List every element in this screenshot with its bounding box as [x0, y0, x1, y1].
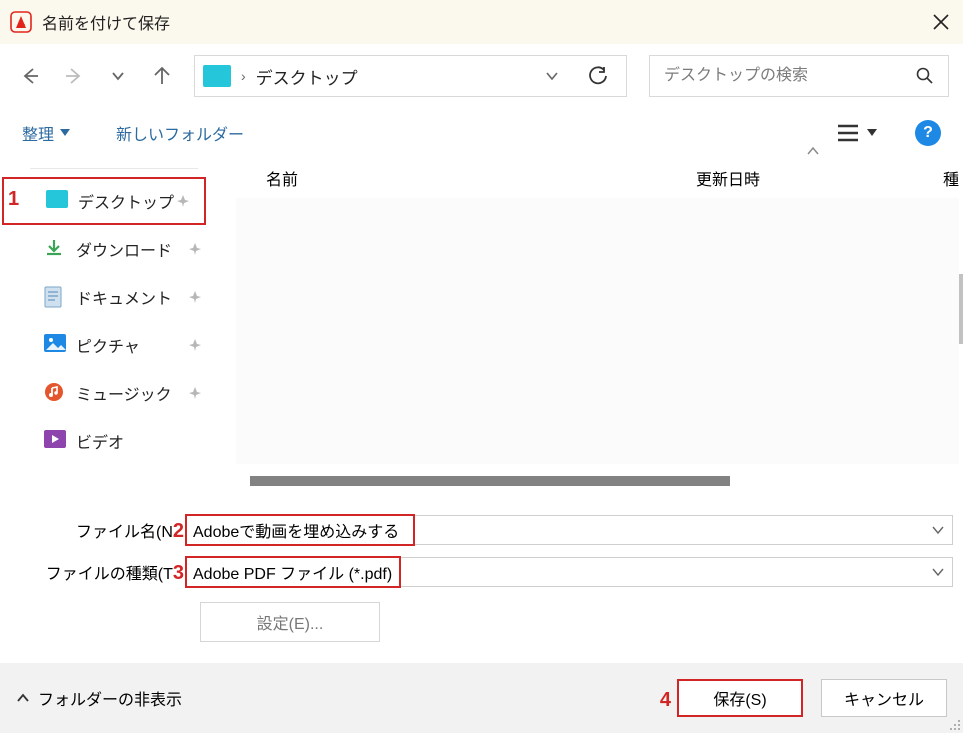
help-button[interactable]: ?	[915, 120, 941, 146]
annotation-4: 4	[660, 689, 671, 712]
address-bar[interactable]: › デスクトップ	[194, 55, 627, 97]
sidebar-item-label: デスクトップ	[78, 189, 174, 213]
music-icon	[44, 382, 66, 404]
annotation-3: 3	[173, 562, 184, 584]
sort-indicator-icon	[806, 146, 820, 156]
search-box[interactable]	[649, 55, 949, 97]
nav-bar: › デスクトップ	[0, 44, 963, 108]
window-title: 名前を付けて保存	[42, 10, 170, 34]
filename-dropdown-icon[interactable]	[932, 525, 944, 535]
location-text: デスクトップ	[256, 64, 526, 89]
hide-folders-label: フォルダーの非表示	[38, 686, 182, 710]
picture-icon	[44, 334, 66, 356]
nav-up-button[interactable]	[146, 58, 178, 94]
organize-menu[interactable]: 整理	[22, 121, 70, 145]
pin-icon[interactable]	[188, 242, 202, 256]
nav-recent-button[interactable]	[102, 58, 134, 94]
filetype-value: Adobe PDF ファイル (*.pdf)	[193, 560, 392, 584]
address-dropdown-button[interactable]	[532, 56, 572, 96]
sidebar-item-pictures[interactable]: ピクチャ	[0, 321, 216, 369]
hide-folders-toggle[interactable]: フォルダーの非表示	[16, 686, 182, 710]
sidebar-item-label: ビデオ	[76, 429, 124, 453]
file-list-area: 名前 更新日時 種	[216, 158, 963, 494]
content-scrollbar[interactable]	[250, 476, 730, 486]
file-list[interactable]	[236, 198, 959, 464]
settings-row: 設定(E)...	[10, 594, 953, 642]
title-bar: 名前を付けて保存	[0, 0, 963, 44]
sidebar: デスクトップ ダウンロード ドキュメント	[0, 158, 216, 494]
search-icon[interactable]	[916, 67, 936, 85]
explorer-body: 1 デスクトップ ダウンロード ドキュメント	[0, 158, 963, 494]
close-button[interactable]	[919, 0, 963, 44]
cancel-button[interactable]: キャンセル	[821, 679, 947, 717]
annotation-1: 1	[8, 188, 19, 211]
sidebar-item-label: ダウンロード	[76, 237, 172, 261]
filetype-label: ファイルの種類(T3	[10, 560, 186, 585]
search-input[interactable]	[662, 66, 916, 86]
view-options-button[interactable]	[837, 124, 877, 142]
pin-icon[interactable]	[188, 338, 202, 352]
chevron-up-icon	[16, 691, 30, 705]
nav-back-button[interactable]	[14, 58, 46, 94]
sidebar-item-label: ピクチャ	[76, 333, 140, 357]
save-button[interactable]: 保存(S)	[677, 679, 803, 717]
column-headers: 名前 更新日時 種	[216, 158, 963, 198]
save-fields: ファイル名(N2 Adobeで動画を埋め込みする ファイルの種類(T3 Adob…	[0, 494, 963, 642]
filetype-dropdown-icon[interactable]	[932, 567, 944, 577]
download-icon	[44, 238, 66, 260]
pin-icon[interactable]	[188, 386, 202, 400]
annotation-2: 2	[173, 520, 184, 542]
column-modified[interactable]: 更新日時	[696, 166, 760, 190]
organize-label: 整理	[22, 121, 54, 145]
desktop-icon	[46, 190, 68, 212]
sidebar-item-documents[interactable]: ドキュメント	[0, 273, 216, 321]
filetype-row: ファイルの種類(T3 Adobe PDF ファイル (*.pdf)	[10, 552, 953, 592]
sidebar-item-videos[interactable]: ビデオ	[0, 417, 216, 465]
column-name[interactable]: 名前	[266, 166, 298, 190]
document-icon	[44, 286, 66, 308]
filename-input[interactable]: Adobeで動画を埋め込みする	[186, 515, 953, 545]
filename-value: Adobeで動画を埋め込みする	[193, 518, 399, 542]
nav-forward-button[interactable]	[58, 58, 90, 94]
video-icon	[44, 430, 66, 452]
location-icon	[203, 65, 231, 87]
pin-icon[interactable]	[188, 290, 202, 304]
resize-grip-icon[interactable]	[947, 717, 961, 731]
settings-button[interactable]: 設定(E)...	[200, 602, 380, 642]
sidebar-item-label: ドキュメント	[76, 285, 172, 309]
filetype-select[interactable]: Adobe PDF ファイル (*.pdf)	[186, 557, 953, 587]
column-type[interactable]: 種	[943, 166, 959, 190]
sidebar-item-label: ミュージック	[76, 381, 172, 405]
new-folder-button[interactable]: 新しいフォルダー	[116, 121, 244, 145]
sidebar-item-downloads[interactable]: ダウンロード	[0, 225, 216, 273]
bottom-bar: フォルダーの非表示 4 保存(S) キャンセル	[0, 663, 963, 733]
refresh-button[interactable]	[578, 56, 618, 96]
sidebar-item-music[interactable]: ミュージック	[0, 369, 216, 417]
pin-icon[interactable]	[176, 194, 190, 208]
app-icon	[10, 11, 32, 33]
filename-label: ファイル名(N2	[10, 518, 186, 543]
breadcrumb-separator-icon: ›	[241, 68, 246, 84]
sidebar-item-desktop[interactable]: デスクトップ	[2, 177, 206, 225]
filename-row: ファイル名(N2 Adobeで動画を埋め込みする	[10, 510, 953, 550]
